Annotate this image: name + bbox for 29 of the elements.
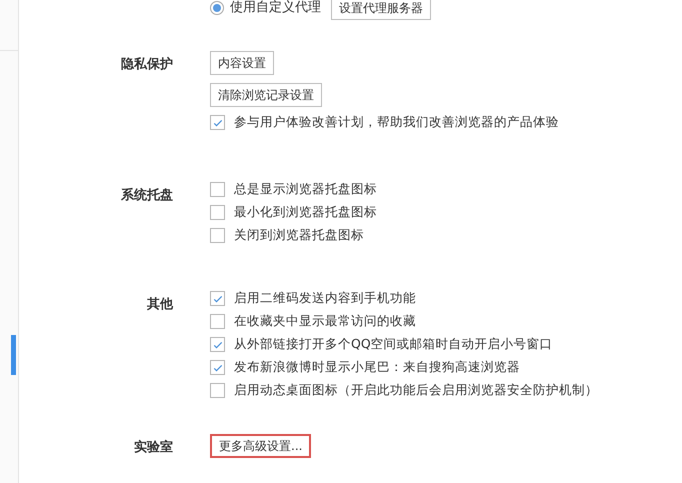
checkbox-option[interactable]: 发布新浪微博时显示小尾巴：来自搜狗高速浏览器: [210, 360, 520, 375]
checkbox-option[interactable]: 在收藏夹中显示最常访问的收藏: [210, 314, 416, 329]
checkbox-option[interactable]: 启用动态桌面图标（开启此功能后会启用浏览器安全防护机制）: [210, 383, 598, 398]
section-title: 其他: [146, 296, 173, 314]
radio-button[interactable]: [210, 0, 224, 14]
checkbox[interactable]: [210, 383, 225, 398]
selection-marker: [11, 335, 16, 375]
checkbox[interactable]: [210, 337, 225, 352]
checkbox-option[interactable]: 从外部链接打开多个QQ空间或邮箱时自动开启小号窗口: [210, 337, 553, 352]
checkbox-option[interactable]: 关闭到浏览器托盘图标: [210, 228, 364, 243]
section-title: 隐私保护: [120, 56, 173, 74]
checkbox[interactable]: [210, 360, 225, 375]
checkbox-option[interactable]: 启用二维码发送内容到手机功能: [210, 291, 416, 306]
settings-button[interactable]: 清除浏览记录设置: [210, 83, 322, 107]
checkbox[interactable]: [210, 182, 225, 197]
checkbox-option[interactable]: 总是显示浏览器托盘图标: [210, 182, 377, 197]
checkbox[interactable]: [210, 115, 225, 130]
checkbox-option[interactable]: 参与用户体验改善计划，帮助我们改善浏览器的产品体验: [210, 115, 559, 130]
checkbox[interactable]: [210, 205, 225, 220]
settings-button[interactable]: 设置代理服务器: [331, 0, 431, 20]
checkbox[interactable]: [210, 291, 225, 306]
checkbox-option[interactable]: 最小化到浏览器托盘图标: [210, 205, 377, 220]
radio-option[interactable]: 使用自定义代理: [210, 0, 321, 18]
checkbox[interactable]: [210, 228, 225, 243]
checkbox[interactable]: [210, 314, 225, 329]
section-title: 实验室: [133, 438, 173, 457]
section-title: 系统托盘: [120, 186, 173, 205]
settings-button[interactable]: 内容设置: [210, 51, 274, 75]
settings-button[interactable]: 更多高级设置...: [210, 434, 312, 458]
